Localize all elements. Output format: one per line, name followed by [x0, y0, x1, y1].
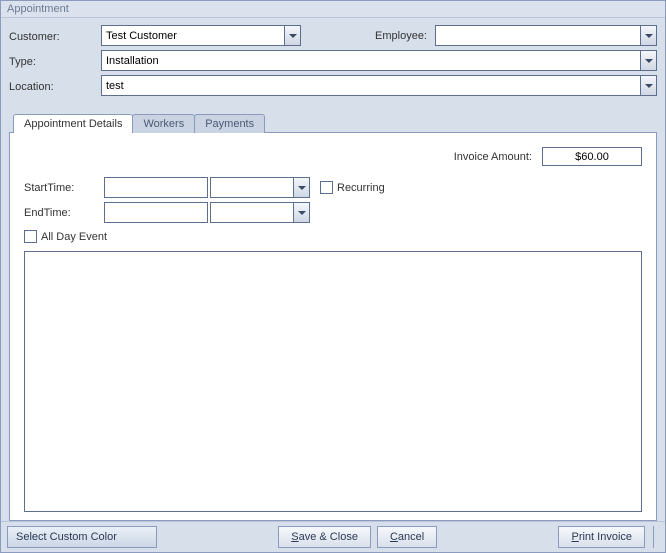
type-label: Type:	[9, 54, 101, 68]
end-time-label: EndTime:	[24, 207, 104, 219]
all-day-checkbox[interactable]	[24, 230, 37, 243]
location-label: Location:	[9, 79, 101, 93]
customer-combo[interactable]	[101, 25, 301, 46]
save-close-hotkey: S	[291, 531, 298, 543]
start-time-label: StartTime:	[24, 182, 104, 194]
chevron-down-icon	[289, 34, 297, 38]
type-input[interactable]	[102, 51, 640, 70]
location-input[interactable]	[102, 76, 640, 95]
appointment-window: Appointment Customer: Employee: Type:	[0, 0, 666, 553]
cancel-button[interactable]: Cancel	[377, 526, 437, 548]
chevron-down-icon	[645, 84, 653, 88]
chevron-down-icon	[645, 59, 653, 63]
employee-label: Employee:	[301, 30, 435, 42]
tabstrip: Appointment Details Workers Payments	[9, 114, 657, 133]
window-title: Appointment	[1, 1, 665, 18]
tab-panel-details: Invoice Amount: StartTime: Recurring	[9, 132, 657, 521]
type-combo[interactable]	[101, 50, 657, 71]
invoice-amount-field[interactable]	[542, 147, 642, 166]
chevron-down-icon	[298, 186, 306, 190]
tab-appointment-details[interactable]: Appointment Details	[13, 114, 133, 133]
start-time-dropdown-button[interactable]	[293, 178, 309, 197]
recurring-label: Recurring	[337, 182, 385, 194]
start-time-combo[interactable]	[210, 177, 310, 198]
cancel-hotkey: C	[390, 531, 398, 543]
print-invoice-button[interactable]: Print Invoice	[558, 526, 645, 548]
employee-dropdown-button[interactable]	[640, 26, 656, 45]
customer-label: Customer:	[9, 29, 101, 43]
select-custom-color-button[interactable]: Select Custom Color	[7, 526, 157, 548]
save-close-rest: ave & Close	[299, 531, 358, 543]
employee-input[interactable]	[436, 26, 640, 45]
print-invoice-rest: rint Invoice	[579, 531, 632, 543]
tab-workers[interactable]: Workers	[132, 114, 195, 133]
start-date-input[interactable]	[104, 177, 208, 198]
location-combo[interactable]	[101, 75, 657, 96]
type-dropdown-button[interactable]	[640, 51, 656, 70]
employee-combo[interactable]	[435, 25, 657, 46]
right-separator	[653, 526, 659, 548]
start-time-input[interactable]	[211, 178, 293, 197]
customer-dropdown-button[interactable]	[284, 26, 300, 45]
end-time-dropdown-button[interactable]	[293, 203, 309, 222]
invoice-amount-label: Invoice Amount:	[454, 151, 532, 163]
print-invoice-hotkey: P	[571, 531, 578, 543]
all-day-wrap: All Day Event	[24, 230, 642, 243]
location-dropdown-button[interactable]	[640, 76, 656, 95]
all-day-label: All Day Event	[41, 231, 107, 243]
notes-textarea[interactable]	[24, 251, 642, 512]
recurring-checkbox[interactable]	[320, 181, 333, 194]
end-time-combo[interactable]	[210, 202, 310, 223]
save-close-button[interactable]: Save & Close	[278, 526, 371, 548]
chevron-down-icon	[298, 211, 306, 215]
tab-payments[interactable]: Payments	[194, 114, 265, 133]
cancel-rest: ancel	[398, 531, 424, 543]
tabs-area: Appointment Details Workers Payments Inv…	[1, 107, 665, 521]
button-bar: Select Custom Color Save & Close Cancel …	[1, 521, 665, 552]
customer-input[interactable]	[102, 26, 284, 45]
chevron-down-icon	[645, 34, 653, 38]
end-date-input[interactable]	[104, 202, 208, 223]
end-time-input[interactable]	[211, 203, 293, 222]
header-form: Customer: Employee: Type:	[1, 18, 665, 107]
